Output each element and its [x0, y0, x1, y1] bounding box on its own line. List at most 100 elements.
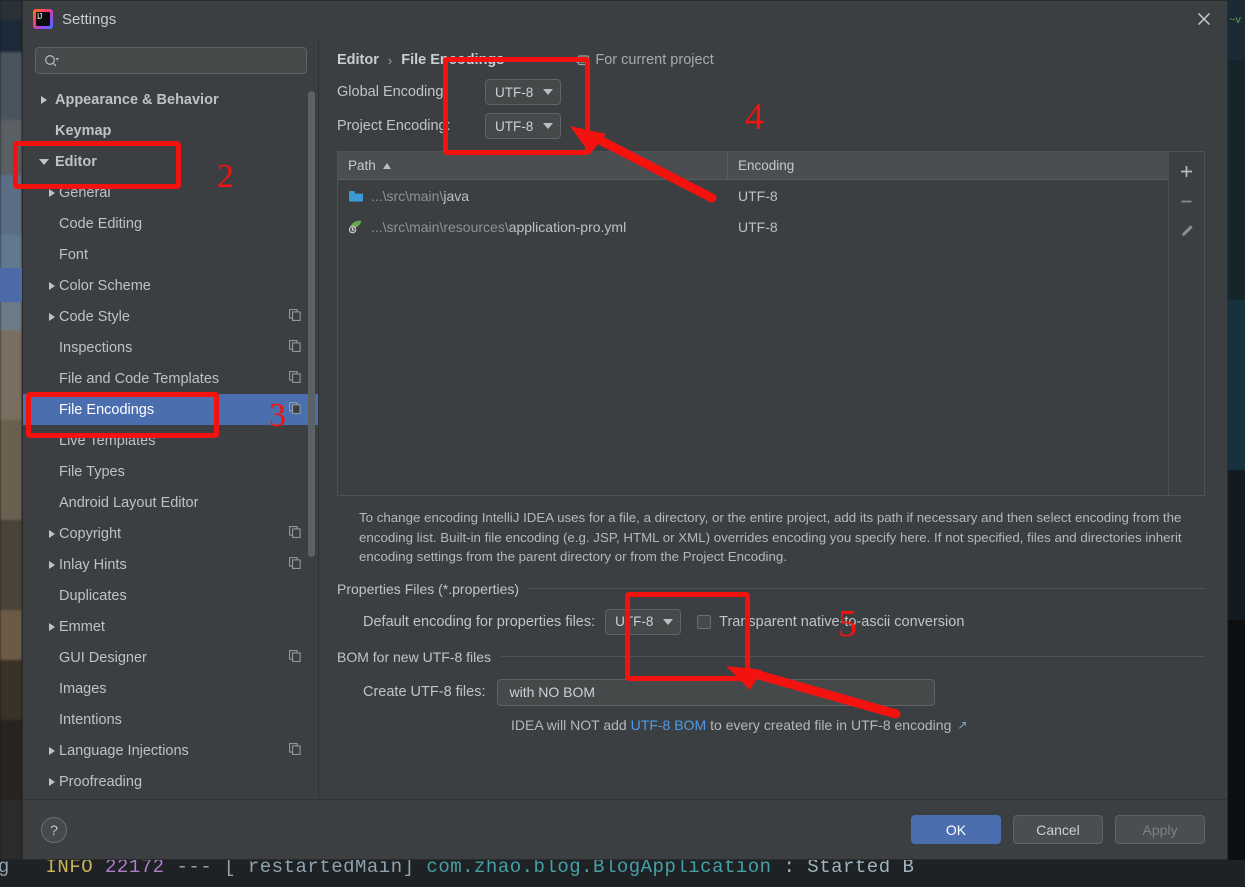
edit-row-button[interactable]: [1172, 216, 1202, 246]
column-header-path[interactable]: Path: [338, 152, 728, 179]
sidebar-item-android-layout-editor[interactable]: Android Layout Editor: [23, 487, 319, 518]
sidebar-item-label: Font: [59, 246, 89, 263]
project-encoding-row: Project Encoding: UTF-8: [337, 113, 1205, 139]
backdrop-right-strip: [1228, 0, 1245, 860]
sidebar-item-inspections[interactable]: Inspections: [23, 332, 319, 363]
project-encoding-dropdown[interactable]: UTF-8: [485, 113, 561, 139]
sidebar-item-language-injections[interactable]: Language Injections: [23, 735, 319, 766]
sidebar-item-label: Copyright: [59, 525, 122, 542]
table-cell-encoding: UTF-8: [738, 218, 778, 235]
chevron-right-icon[interactable]: [45, 777, 58, 786]
chevron-right-icon[interactable]: [45, 281, 58, 290]
sidebar-item-inlay-hints[interactable]: Inlay Hints: [23, 549, 319, 580]
chevron-right-icon[interactable]: [45, 746, 58, 755]
sidebar-scrollbar[interactable]: [308, 91, 315, 557]
chevron-right-icon[interactable]: [45, 312, 58, 321]
sidebar-item-font[interactable]: Font: [23, 239, 319, 270]
sidebar-item-live-templates[interactable]: Live Templates: [23, 425, 319, 456]
console-colon: :: [783, 860, 796, 878]
copy-settings-icon[interactable]: [289, 339, 301, 356]
bom-note-prefix: IDEA will NOT add: [511, 716, 627, 733]
table-row[interactable]: ...\src\main\resources\application-pro.y…: [338, 211, 1168, 242]
copy-settings-icon[interactable]: [289, 525, 301, 542]
global-encoding-row: Global Encoding: UTF-8: [337, 79, 1205, 105]
settings-tree: Appearance & Behavior Keymap Editor General…: [23, 82, 319, 799]
help-button[interactable]: ?: [41, 816, 67, 843]
copy-settings-icon[interactable]: [289, 649, 301, 666]
add-row-button[interactable]: [1172, 156, 1202, 186]
chevron-right-icon[interactable]: [45, 529, 58, 538]
search-box[interactable]: [35, 47, 307, 74]
bom-note: IDEA will NOT add UTF-8 BOM to every cre…: [337, 717, 1205, 733]
chevron-right-icon[interactable]: [37, 95, 50, 104]
sidebar-item-label: Code Editing: [59, 215, 143, 232]
breadcrumb: Editor › File Encodings For current proj…: [337, 37, 1205, 71]
remove-row-button[interactable]: [1172, 186, 1202, 216]
sidebar-item-color-scheme[interactable]: Color Scheme: [23, 270, 319, 301]
sidebar-item-label: GUI Designer: [59, 649, 147, 666]
global-encoding-dropdown[interactable]: UTF-8: [485, 79, 561, 105]
create-utf8-files-value: with NO BOM: [509, 684, 596, 700]
sidebar-item-label: Images: [59, 680, 107, 697]
path-name: java: [443, 187, 470, 204]
chevron-right-icon[interactable]: [45, 622, 58, 631]
sidebar-item-file-and-code-templates[interactable]: File and Code Templates: [23, 363, 319, 394]
table-row[interactable]: ...\src\main\java UTF-8: [338, 180, 1168, 211]
breadcrumb-parent[interactable]: Editor: [337, 52, 379, 68]
copy-settings-icon[interactable]: [289, 308, 301, 325]
external-link-icon[interactable]: ↗: [957, 718, 967, 732]
copy-settings-icon[interactable]: [289, 556, 301, 573]
chevron-right-icon[interactable]: [45, 560, 58, 569]
bom-note-link[interactable]: UTF-8 BOM: [631, 717, 706, 733]
path-name: application-pro.yml: [508, 218, 627, 235]
chevron-right-icon[interactable]: [45, 188, 58, 197]
sidebar-item-images[interactable]: Images: [23, 673, 319, 704]
sidebar-item-label: Language Injections: [59, 742, 189, 759]
table-header: Path Encoding: [338, 152, 1168, 180]
sidebar-item-copyright[interactable]: Copyright: [23, 518, 319, 549]
column-header-path-label: Path: [348, 158, 376, 173]
sidebar-item-code-style[interactable]: Code Style: [23, 301, 319, 332]
transparent-native-to-ascii-checkbox[interactable]: Transparent native-to-ascii conversion: [697, 614, 964, 630]
search-input[interactable]: [64, 52, 298, 69]
copy-settings-icon[interactable]: [289, 370, 301, 387]
project-encoding-label: Project Encoding:: [337, 118, 451, 134]
sidebar-item-file-encodings[interactable]: File Encodings: [23, 394, 319, 425]
copy-settings-icon[interactable]: [289, 742, 301, 759]
intellij-idea-logo-icon: IJ: [33, 9, 53, 29]
backdrop-squiggle-icon: ~v: [1229, 14, 1241, 26]
properties-default-encoding-dropdown[interactable]: UTF-8: [605, 608, 682, 635]
column-header-encoding-label: Encoding: [738, 158, 795, 173]
sidebar-item-proofreading[interactable]: Proofreading: [23, 766, 319, 797]
ok-button[interactable]: OK: [911, 815, 1001, 844]
sidebar-item-textmate-bundles[interactable]: TextMate Bundles: [23, 797, 319, 799]
bom-section-header: BOM for new UTF-8 files: [337, 649, 1205, 665]
sidebar-item-emmet[interactable]: Emmet: [23, 611, 319, 642]
sort-ascending-icon: [382, 162, 391, 169]
console-level: INFO: [45, 860, 94, 878]
properties-default-encoding-label: Default encoding for properties files:: [363, 613, 596, 630]
create-utf8-files-dropdown[interactable]: with NO BOM: [497, 678, 936, 706]
global-encoding-label: Global Encoding:: [337, 84, 448, 100]
search-icon: [44, 54, 60, 68]
sidebar-item-keymap[interactable]: Keymap: [23, 115, 319, 146]
apply-button[interactable]: Apply: [1115, 815, 1205, 844]
sidebar-item-editor[interactable]: Editor: [23, 146, 319, 177]
sidebar-item-gui-designer[interactable]: GUI Designer: [23, 642, 319, 673]
sidebar-item-appearance-behavior[interactable]: Appearance & Behavior: [23, 84, 319, 115]
encodings-table-wrapper: Path Encoding ...\src\main\java UTF-8 ...\…: [337, 151, 1205, 496]
copy-settings-icon[interactable]: [289, 401, 301, 418]
sidebar-item-general[interactable]: General: [23, 177, 319, 208]
column-header-encoding[interactable]: Encoding: [728, 152, 804, 179]
chevron-down-icon[interactable]: [37, 158, 50, 165]
transparent-native-to-ascii-label: Transparent native-to-ascii conversion: [719, 613, 965, 630]
close-icon[interactable]: [1181, 1, 1227, 37]
settings-sidebar: Appearance & Behavior Keymap Editor General…: [23, 37, 319, 799]
sidebar-item-file-types[interactable]: File Types: [23, 456, 319, 487]
sidebar-item-intentions[interactable]: Intentions: [23, 704, 319, 735]
properties-default-encoding-value: UTF-8: [615, 614, 654, 629]
sidebar-item-label: Live Templates: [59, 432, 156, 449]
sidebar-item-code-editing[interactable]: Code Editing: [23, 208, 319, 239]
cancel-button[interactable]: Cancel: [1013, 815, 1103, 844]
sidebar-item-duplicates[interactable]: Duplicates: [23, 580, 319, 611]
